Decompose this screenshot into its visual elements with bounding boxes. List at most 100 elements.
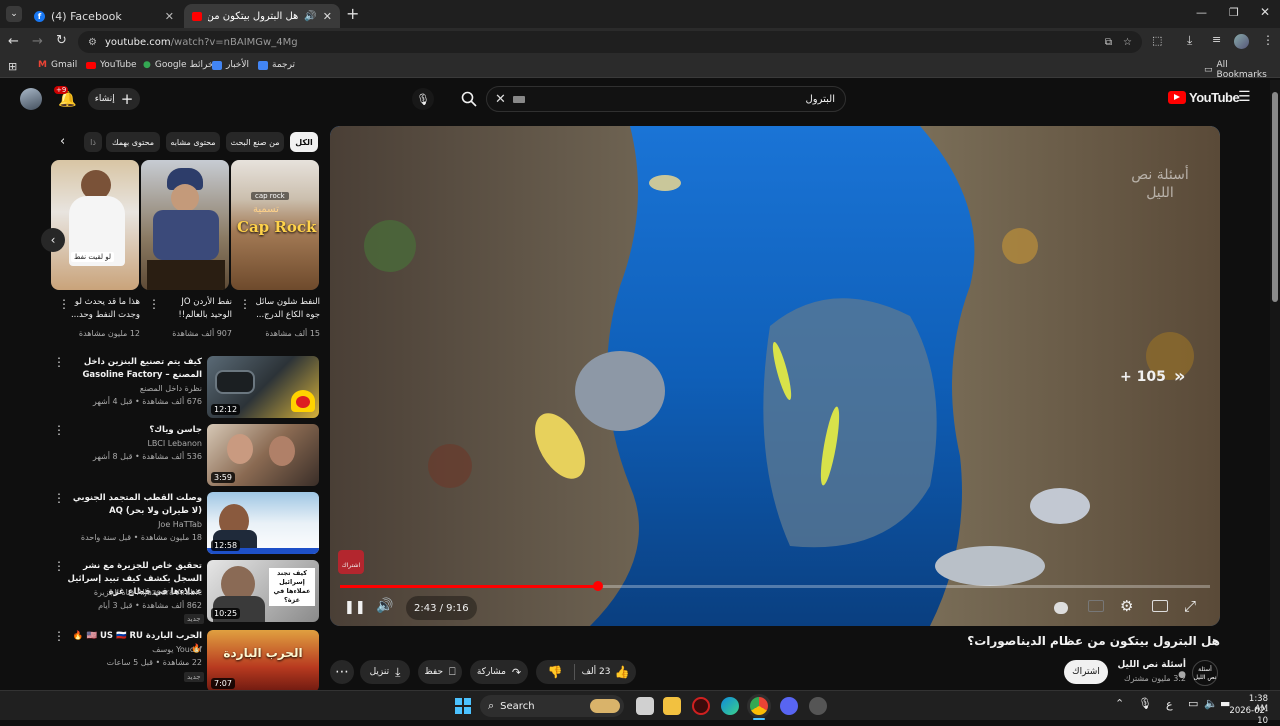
profile-avatar[interactable] [1234,34,1249,49]
site-info-icon[interactable]: ⚙ [88,37,97,48]
video-thumbnail[interactable]: 3:59 [207,424,319,486]
video-more-icon[interactable]: ⋮ [53,630,65,642]
discord-icon[interactable] [780,697,798,715]
like-button[interactable]: 23 ألف 👍 [575,665,636,679]
keyboard-language[interactable]: ع [1166,698,1173,711]
autoplay-toggle[interactable] [1054,602,1068,614]
clear-search-icon[interactable]: ✕ [495,92,506,107]
dislike-button[interactable]: 👎 [536,665,574,679]
video-thumbnail[interactable]: 12:12 [207,356,319,418]
bookmark-gmail[interactable]: M Gmail [38,60,77,70]
theater-mode-button[interactable] [1152,600,1168,612]
video-player[interactable]: أسئلة نص الليل 105 + » اشتراك ❚❚ 🔊 2:43 … [330,126,1220,626]
chip-search[interactable]: من صنع البحث [226,132,284,152]
bookmark-youtube[interactable]: YouTube [86,60,137,70]
notifications-button[interactable]: 🔔 +9 [54,86,77,108]
restore-icon[interactable]: ❐ [1229,6,1239,19]
video-more-icon[interactable]: ⋮ [53,560,65,572]
bookmark-maps[interactable]: ● Google خرائط [143,60,214,70]
chip-for-you[interactable]: محتوى بهمك [106,132,160,152]
video-title[interactable]: كيف يتم تصنيع البنزين داخل المصنع – Gaso… [67,356,202,382]
chrome-icon[interactable] [750,697,768,715]
install-icon[interactable]: ⧉ [1105,37,1112,48]
taskbar-search[interactable]: ⌕ Search [480,695,624,717]
close-window-icon[interactable]: ✕ [1260,5,1270,19]
all-bookmarks[interactable]: ▭ All Bookmarks [1204,60,1280,80]
video-channel[interactable]: Joe HaTTab [67,518,202,531]
tab-youtube-active[interactable]: هل البترول بيتكون من عظ (95) 🔊 ✕ [184,4,340,28]
settings-gear-icon[interactable]: ⚙ [1120,597,1133,615]
video-channel[interactable]: نظرة داخل المصنع [67,382,202,395]
video-more-icon[interactable]: ⋮ [53,492,65,504]
video-more-icon[interactable]: ⋮ [53,424,65,436]
video-thumbnail[interactable]: الحرب الباردة 7:07 [207,630,319,690]
volume-button[interactable]: 🔊 [376,598,393,614]
short-more-icon[interactable]: ⋮ [239,298,251,310]
reload-icon[interactable]: ↻ [56,33,67,48]
video-title[interactable]: وصلت القطب المتجمد الجنوبي (لا طيران ولا… [67,492,202,518]
create-button[interactable]: إنشاء + [88,88,140,110]
keyboard-icon[interactable] [513,95,525,103]
search-button[interactable] [456,86,482,112]
forward-icon[interactable]: → [32,34,43,49]
save-button[interactable]: حفظ ⎕ [418,660,462,684]
new-tab-button[interactable]: + [346,4,359,23]
star-icon[interactable]: ☆ [1123,37,1132,48]
more-actions-button[interactable]: ⋯ [330,660,354,684]
edge-icon[interactable] [721,697,739,715]
page-scrollbar-thumb[interactable] [1272,92,1278,302]
start-windows-icon[interactable] [455,698,471,714]
account-avatar[interactable] [20,88,42,110]
shorts-prev-button[interactable]: ‹ [41,228,65,252]
voice-search-button[interactable]: 🎙 [412,88,434,110]
task-view-icon[interactable] [636,697,654,715]
chevron-up-icon[interactable]: ⌃ [1115,697,1124,710]
guide-menu-icon[interactable]: ☰ [1238,89,1251,105]
media-icon[interactable]: ≡ [1212,33,1221,46]
video-channel[interactable]: LBCI Lebanon [67,437,202,450]
subscribe-button[interactable]: اشتراك [1064,660,1108,684]
download-icon[interactable]: ⤓ [1187,33,1192,48]
video-more-icon[interactable]: ⋮ [53,356,65,368]
share-button[interactable]: مشاركة ↷ [470,660,528,684]
close-icon[interactable]: ✕ [323,10,332,23]
progress-scrubber[interactable] [592,581,603,591]
short-more-icon[interactable]: ⋮ [148,298,160,310]
video-channel[interactable]: Youcef يوسف [67,643,202,656]
url-bar[interactable]: ⚙ youtube.com /watch?v=nBAIMGw_4Mg ⧉ ☆ [78,31,1142,53]
chips-prev-icon[interactable]: ‹ [60,134,65,149]
audio-icon[interactable]: 🔊 [304,11,316,22]
menu-icon[interactable]: ⋮ [1262,33,1274,47]
close-icon[interactable]: ✕ [165,10,174,23]
clock-date[interactable]: 2026-02-10 [1224,706,1268,726]
chip-related[interactable]: محتوى مشابه [166,132,220,152]
tab-search-button[interactable]: ⌄ [6,6,22,22]
apps-icon[interactable]: ⊞ [8,60,17,73]
extensions-icon[interactable]: ⬚ [1152,34,1162,47]
back-icon[interactable]: ← [8,34,19,49]
search-input[interactable]: ✕ البترول [486,86,846,112]
video-title[interactable]: جاسن وياك؟ [67,424,202,437]
fullscreen-icon[interactable]: ⤢ [1184,597,1196,615]
video-thumbnail[interactable]: كيف تجند إسرائيل عملاءها في غزة؟ 10:25 [207,560,319,622]
subscribe-watermark-button[interactable]: اشتراك [338,550,364,574]
volume-icon[interactable]: 🔈 [1204,697,1218,710]
bookmark-news[interactable]: الأخبار [212,60,249,70]
app-red-icon[interactable] [692,697,710,715]
file-explorer-icon[interactable] [663,697,681,715]
short-thumbnail[interactable]: لو لقيت نفط [51,160,139,290]
short-thumbnail[interactable]: cap rock تسمية Cap Rock [231,160,319,290]
tab-facebook[interactable]: f (4) Facebook ✕ [26,4,182,28]
short-thumbnail[interactable] [141,160,229,290]
download-button[interactable]: تنزيل ⤓ [360,660,410,684]
pause-button[interactable]: ❚❚ [344,600,366,615]
bookmark-translate[interactable]: ترجمة [258,60,295,70]
video-channel[interactable]: AlJazeera Arabic قناة الجزيرة [67,586,202,599]
video-thumbnail[interactable]: 12:58 [207,492,319,554]
network-icon[interactable]: ▭ [1188,697,1198,710]
minimize-icon[interactable]: — [1196,6,1207,19]
progress-bar[interactable] [340,581,1210,591]
chip-partial[interactable]: ذا [84,132,102,152]
microphone-icon[interactable]: 🎙 [1138,697,1152,710]
subtitles-button[interactable] [1088,600,1104,612]
